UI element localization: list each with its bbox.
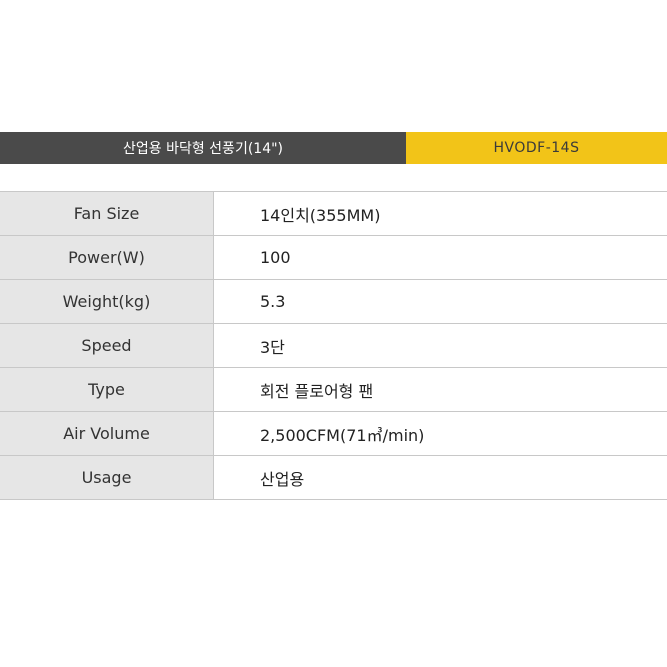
spec-table: Fan Size 14인치(355MM) Power(W) 100 Weight… <box>0 191 667 500</box>
spec-value: 회전 플로어형 팬 <box>260 381 374 401</box>
spec-label: Usage <box>0 456 214 499</box>
product-name: 산업용 바닥형 선풍기(14") <box>0 132 406 164</box>
spec-label: Type <box>0 368 214 411</box>
spec-value: 산업용 <box>260 469 305 489</box>
spec-value: 3단 <box>260 337 285 357</box>
spec-label: Fan Size <box>0 192 214 235</box>
spec-row-type: Type 회전 플로어형 팬 <box>0 368 667 412</box>
spec-label: Weight(kg) <box>0 280 214 323</box>
spec-label: Power(W) <box>0 236 214 279</box>
spec-title-bar: 산업용 바닥형 선풍기(14") HVODF-14S <box>0 132 667 164</box>
spec-row-fan-size: Fan Size 14인치(355MM) <box>0 192 667 236</box>
spec-row-speed: Speed 3단 <box>0 324 667 368</box>
spec-value: 14인치(355MM) <box>260 205 381 225</box>
spec-row-usage: Usage 산업용 <box>0 456 667 500</box>
spec-value: 5.3 <box>260 292 286 311</box>
model-code: HVODF-14S <box>406 132 667 164</box>
spec-row-air-volume: Air Volume 2,500CFM(71㎥/min) <box>0 412 667 456</box>
spec-label: Air Volume <box>0 412 214 455</box>
spec-row-weight: Weight(kg) 5.3 <box>0 280 667 324</box>
spec-label: Speed <box>0 324 214 367</box>
spec-value: 2,500CFM(71㎥/min) <box>260 425 425 445</box>
spec-value: 100 <box>260 248 291 267</box>
spec-row-power: Power(W) 100 <box>0 236 667 280</box>
